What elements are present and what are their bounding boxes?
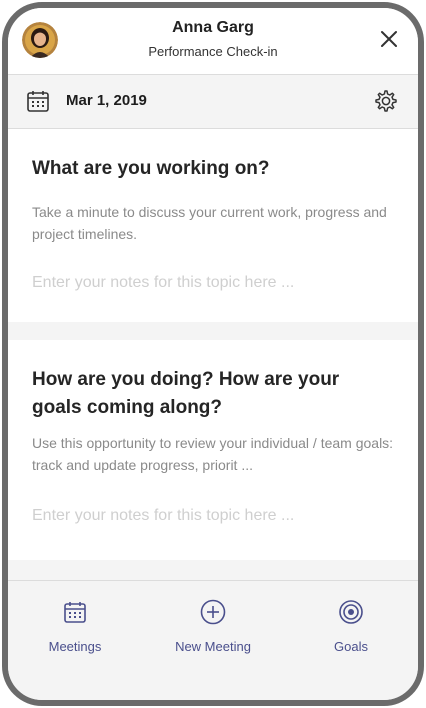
topic-notes-input[interactable]: [32, 269, 392, 297]
nav-label: Goals: [334, 639, 368, 654]
gear-icon: [375, 90, 397, 112]
close-button[interactable]: [378, 28, 400, 50]
bottom-nav: Meetings New Meeting Goals: [8, 580, 418, 700]
topic-title: What are you working on?: [32, 158, 270, 179]
nav-meetings[interactable]: Meetings: [15, 599, 135, 669]
nav-label: New Meeting: [175, 639, 251, 654]
meeting-date[interactable]: Mar 1, 2019: [66, 92, 147, 109]
topics-list[interactable]: What are you working on? Take a minute t…: [8, 129, 418, 580]
nav-label: Meetings: [48, 639, 102, 654]
topic-description: Take a minute to discuss your current wo…: [32, 204, 387, 242]
meeting-type: Performance Check-in: [148, 44, 278, 59]
nav-goals[interactable]: Goals: [291, 599, 411, 669]
nav-new-meeting[interactable]: New Meeting: [153, 599, 273, 669]
topic-card: What are you working on? Take a minute t…: [8, 129, 418, 322]
date-bar: Mar 1, 2019: [8, 75, 418, 129]
topic-notes-input[interactable]: [32, 502, 392, 530]
target-icon: [339, 600, 363, 624]
settings-button[interactable]: [372, 88, 398, 114]
calendar-icon[interactable]: [26, 89, 50, 113]
header: Anna Garg Performance Check-in: [8, 8, 418, 75]
contact-name: Anna Garg: [172, 19, 254, 36]
topic-title: How are you doing? How are your goals co…: [32, 369, 340, 418]
close-icon: [381, 31, 397, 47]
phone-frame: Anna Garg Performance Check-in Mar 1, 20…: [2, 2, 424, 706]
topic-card: How are you doing? How are your goals co…: [8, 340, 418, 560]
calendar-icon: [64, 602, 86, 623]
plus-circle-icon: [200, 599, 226, 625]
topic-description: Use this opportunity to review your indi…: [32, 435, 394, 473]
